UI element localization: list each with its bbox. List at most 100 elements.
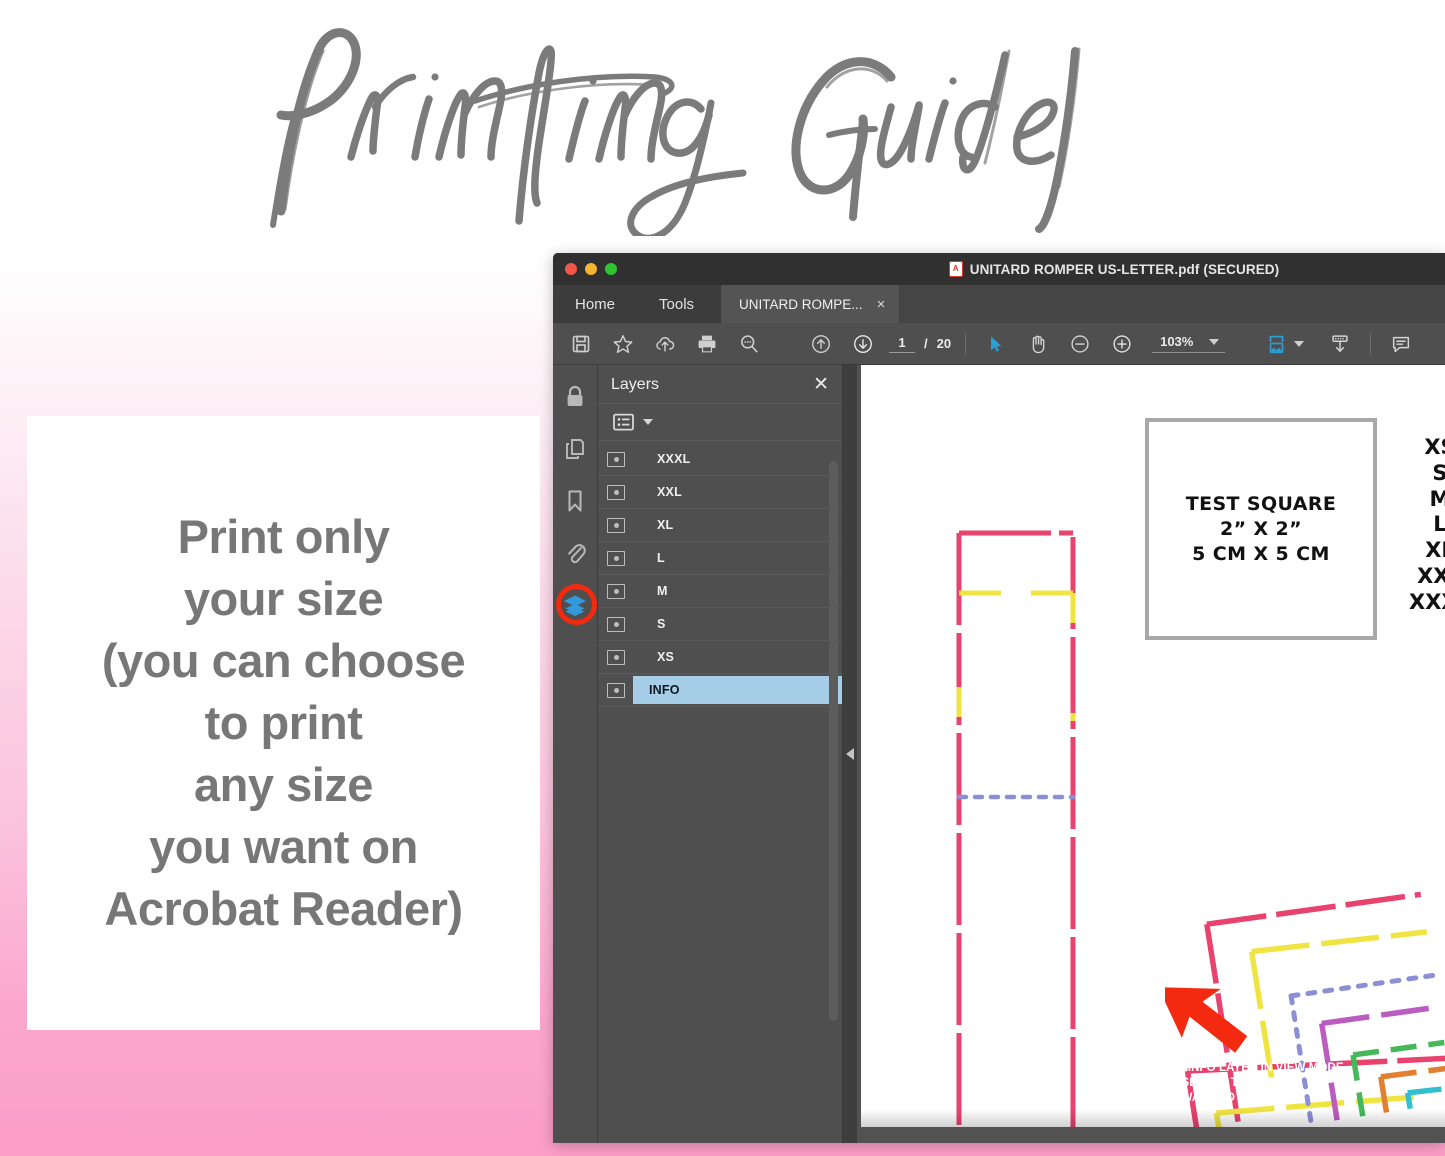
attachment-icon — [568, 544, 586, 564]
tab-home[interactable]: Home — [553, 285, 638, 323]
layer-visibility-icon[interactable] — [607, 616, 625, 632]
page-separator: / — [924, 336, 928, 351]
sidebar-item-security[interactable] — [559, 381, 591, 413]
layer-visibility-icon[interactable] — [607, 682, 625, 698]
layer-row[interactable]: XXXL — [598, 443, 842, 476]
zoom-out-icon[interactable] — [1060, 327, 1100, 361]
sidebar-item-attachments[interactable] — [559, 537, 591, 569]
sidebar-item-page-thumbnails[interactable] — [559, 433, 591, 465]
layer-visibility-icon[interactable] — [607, 550, 625, 566]
layer-row[interactable]: S — [598, 608, 842, 641]
fit-page-icon[interactable] — [1257, 327, 1297, 361]
layers-icon — [564, 595, 586, 616]
page-navigator: / 20 — [889, 334, 952, 353]
comment-icon[interactable] — [1381, 327, 1421, 361]
layers-options-row[interactable] — [598, 404, 842, 441]
download-icon[interactable] — [1320, 327, 1360, 361]
layer-row-body: XS — [633, 643, 842, 671]
navigation-rail — [553, 365, 598, 1143]
layer-row[interactable]: XXL — [598, 476, 842, 509]
info-line: Print only — [177, 509, 390, 563]
layers-panel-title: Layers — [611, 375, 660, 393]
layer-name: XL — [657, 518, 674, 532]
layer-visibility-icon[interactable] — [607, 649, 625, 665]
page-total: 20 — [936, 336, 952, 351]
sewing-pattern-lines — [956, 530, 1445, 1127]
print-icon[interactable] — [687, 327, 727, 361]
window-title: A UNITARD ROMPER US-LETTER.pdf (SECURED) — [553, 261, 1445, 277]
pdf-body: Layers ✕ XXXL XXL XL L M S XS INFO TEST … — [553, 365, 1445, 1143]
pdf-page: TEST SQUARE 2” X 2” 5 CM X 5 CM XS S M L… — [861, 365, 1445, 1127]
sidebar-item-bookmarks[interactable] — [559, 485, 591, 517]
info-line: Acrobat Reader) — [104, 882, 463, 936]
layer-row[interactable]: L — [598, 542, 842, 575]
layer-name: XS — [657, 650, 675, 664]
layer-row-body: M — [633, 577, 842, 605]
layer-row-selected[interactable]: INFO — [598, 674, 842, 707]
layer-row-body: XXL — [633, 478, 842, 506]
info-line: any size — [194, 758, 373, 812]
pages-icon — [566, 439, 584, 459]
select-cursor-icon[interactable] — [976, 327, 1016, 361]
info-line: you want on — [149, 820, 418, 874]
layer-row[interactable]: XL — [598, 509, 842, 542]
annotation-arrow-icon — [1165, 987, 1248, 1053]
layers-panel: Layers ✕ XXXL XXL XL L M S XS INFO — [598, 365, 843, 1143]
sidebar-item-layers[interactable] — [556, 584, 597, 625]
print-instructions-card: Print only your size (you can choose to … — [27, 416, 540, 1030]
page-down-icon[interactable] — [843, 327, 883, 361]
printing-guide-script-title — [269, 27, 1080, 236]
layer-visibility-icon[interactable] — [607, 484, 625, 500]
hand-icon[interactable] — [1018, 327, 1058, 361]
page-title — [0, 8, 1445, 238]
window-titlebar: A UNITARD ROMPER US-LETTER.pdf (SECURED) — [553, 253, 1445, 285]
cloud-upload-icon[interactable] — [645, 327, 685, 361]
layer-row-body: XXXL — [633, 445, 842, 473]
toolbar-separator — [965, 332, 967, 355]
layer-row-body: L — [633, 544, 842, 572]
zoom-level-value: 103% — [1160, 334, 1194, 349]
page-number-input[interactable] — [889, 334, 915, 353]
layer-visibility-icon[interactable] — [607, 451, 625, 467]
chevron-left-icon — [846, 748, 854, 760]
pdf-file-icon: A — [948, 261, 963, 277]
panel-collapse-handle[interactable] — [843, 365, 857, 1143]
tab-document[interactable]: UNITARD ROMPE... × — [720, 285, 900, 323]
annotation-caption-line-1: KEEP INFO LAYER IN VIEW MODE — [1153, 1062, 1344, 1074]
layer-row[interactable]: M — [598, 575, 842, 608]
layers-scrollbar[interactable] — [829, 461, 838, 1021]
window-title-text: UNITARD ROMPER US-LETTER.pdf (SECURED) — [969, 261, 1280, 277]
layer-name: XXL — [657, 485, 682, 499]
layer-row-body: INFO — [633, 676, 842, 704]
acrobat-reader-window: A UNITARD ROMPER US-LETTER.pdf (SECURED)… — [553, 253, 1445, 1143]
annotation-caption-line-3: YOU WANT TO PRINT! — [1153, 1092, 1278, 1105]
zoom-in-icon[interactable] — [1102, 327, 1142, 361]
printing-guide-page: Print only your size (you can choose to … — [0, 0, 1445, 1156]
layer-visibility-icon[interactable] — [607, 583, 625, 599]
close-icon[interactable]: ✕ — [813, 375, 829, 394]
tab-document-label: UNITARD ROMPE... — [739, 296, 863, 312]
page-up-icon[interactable] — [801, 327, 841, 361]
fit-page-chevron-down-icon[interactable] — [1294, 340, 1305, 347]
lock-icon — [567, 385, 583, 406]
close-icon[interactable]: × — [877, 297, 886, 312]
zoom-level-selector[interactable]: 103% — [1152, 334, 1226, 353]
layer-row-body: XL — [633, 511, 842, 539]
layer-row[interactable]: XS — [598, 641, 842, 674]
main-toolbar: / 20 — [553, 323, 1445, 365]
chevron-down-icon[interactable] — [1209, 338, 1220, 345]
list-options-icon — [613, 413, 634, 431]
star-icon[interactable] — [603, 327, 643, 361]
layer-name: S — [657, 617, 666, 631]
document-viewport[interactable]: TEST SQUARE 2” X 2” 5 CM X 5 CM XS S M L… — [857, 365, 1445, 1143]
tab-bar: Home Tools UNITARD ROMPE... × — [553, 285, 1445, 323]
layer-name: M — [657, 584, 668, 598]
info-line: to print — [204, 695, 363, 749]
save-icon[interactable] — [561, 327, 601, 361]
layers-panel-header: Layers ✕ — [598, 365, 842, 404]
annotation-caption-line-2: AND SELECT THE SIZE — [1153, 1077, 1284, 1090]
chevron-down-icon[interactable] — [643, 419, 653, 425]
layer-visibility-icon[interactable] — [607, 517, 625, 533]
tab-tools[interactable]: Tools — [637, 285, 721, 323]
search-icon[interactable] — [729, 327, 769, 361]
